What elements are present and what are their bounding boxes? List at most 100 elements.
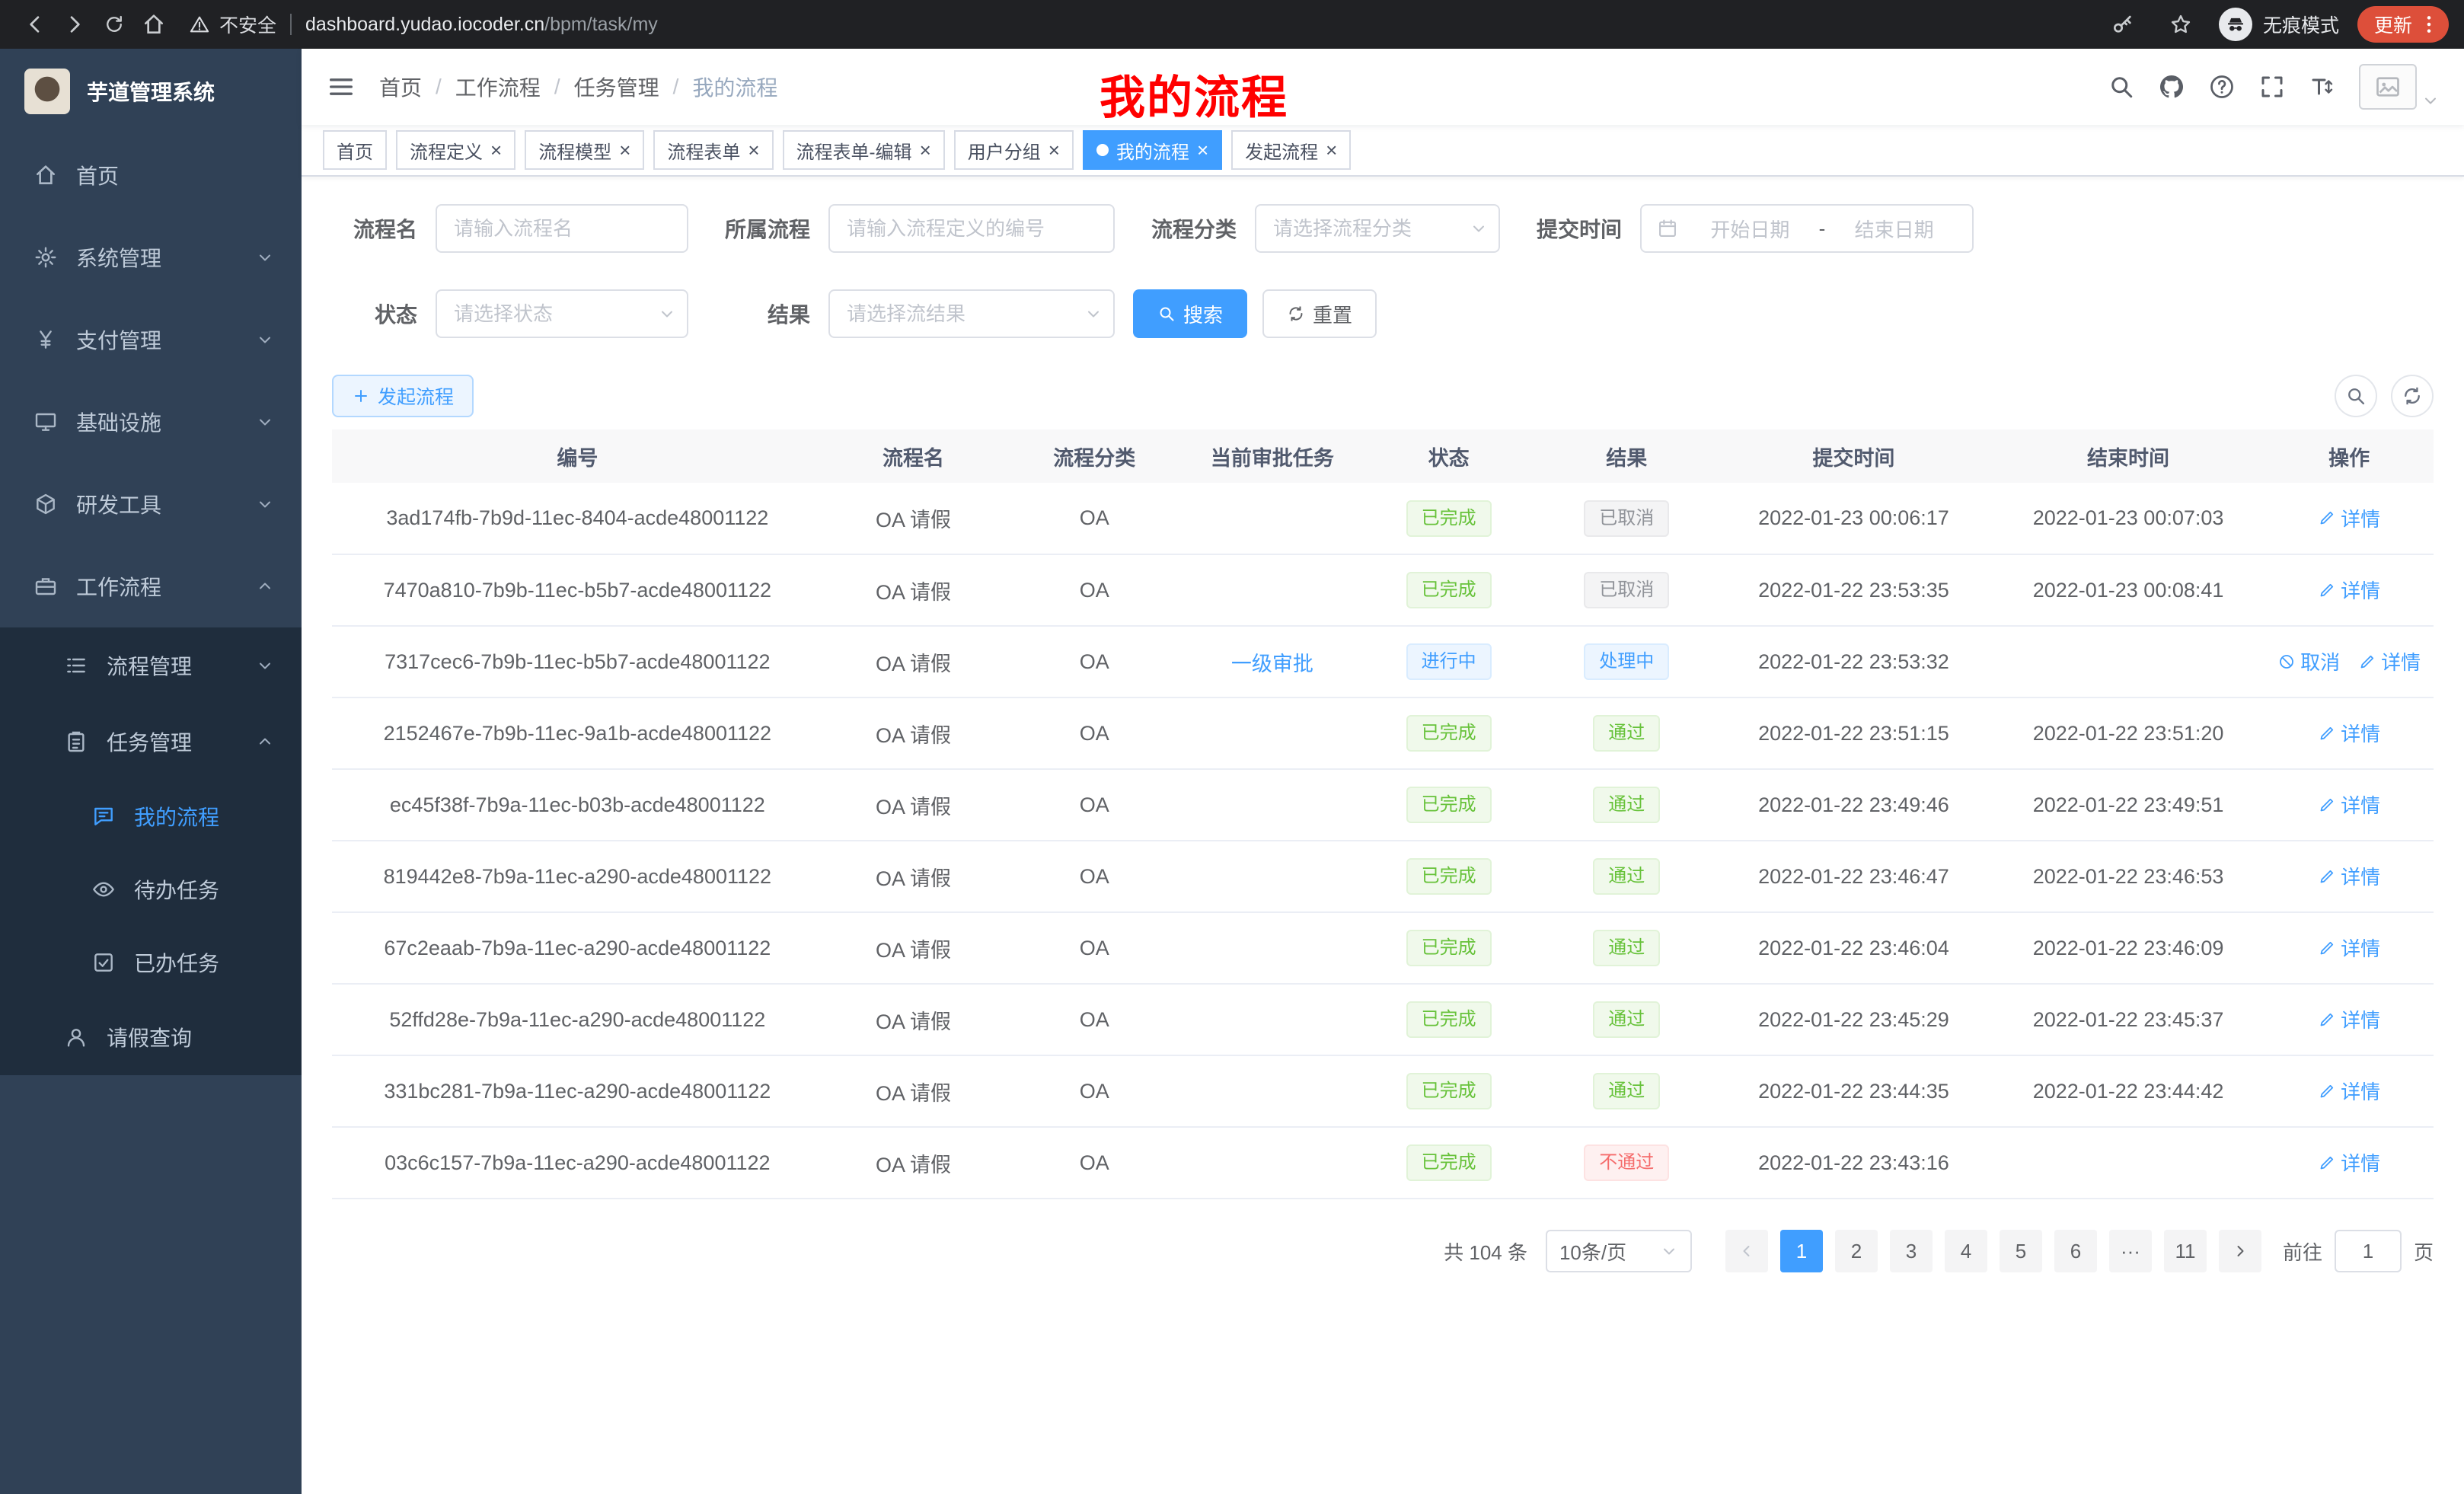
page-button-11[interactable]: 11 <box>2164 1230 2207 1272</box>
kebab-menu-icon[interactable] <box>2417 12 2441 37</box>
process-category-select[interactable] <box>1255 204 1500 253</box>
show-search-button[interactable] <box>2335 375 2377 417</box>
cell-current-task <box>1185 1127 1360 1199</box>
detail-button[interactable]: 详情 <box>2318 790 2380 819</box>
tab-user-group[interactable]: 用户分组× <box>954 130 1074 170</box>
detail-button[interactable]: 详情 <box>2318 504 2380 532</box>
breadcrumb-home[interactable]: 首页 <box>379 72 422 102</box>
cell-status: 已完成 <box>1360 769 1538 841</box>
submit-time-range-picker[interactable]: 开始日期 - 结束日期 <box>1640 204 1974 253</box>
tab-process-model[interactable]: 流程模型× <box>525 130 644 170</box>
sidebar-item-workflow[interactable]: 工作流程 <box>0 545 302 627</box>
tab-home[interactable]: 首页 <box>323 130 387 170</box>
status-badge: 已完成 <box>1406 500 1492 537</box>
sidebar-item-infrastructure[interactable]: 基础设施 <box>0 381 302 463</box>
browser-update-button[interactable]: 更新 <box>2357 6 2449 43</box>
result-select[interactable] <box>828 289 1115 338</box>
close-icon[interactable]: × <box>748 140 759 160</box>
cell-name: OA 请假 <box>823 769 1004 841</box>
sidebar-item-dev-tools[interactable]: 研发工具 <box>0 463 302 545</box>
close-icon[interactable]: × <box>619 140 630 160</box>
sidebar-item-todo-tasks[interactable]: 待办任务 <box>0 853 302 926</box>
detail-button[interactable]: 详情 <box>2318 576 2380 604</box>
detail-button[interactable]: 详情 <box>2318 862 2380 890</box>
process-name-input[interactable] <box>436 204 688 253</box>
reset-button[interactable]: 重置 <box>1262 289 1377 338</box>
address-bar[interactable]: 不安全 dashboard.yudao.iocoder.cn/bpm/task/… <box>189 11 2088 38</box>
bookmark-star-icon[interactable] <box>2161 5 2201 44</box>
detail-button[interactable]: 详情 <box>2318 1005 2380 1033</box>
cancel-button[interactable]: 取消 <box>2277 647 2340 675</box>
tab-process-form[interactable]: 流程表单× <box>653 130 773 170</box>
security-indicator[interactable]: 不安全 <box>189 11 276 38</box>
status-select[interactable] <box>436 289 688 338</box>
next-page-button[interactable] <box>2219 1230 2261 1272</box>
sidebar-item-done-tasks[interactable]: 已办任务 <box>0 926 302 999</box>
github-icon[interactable] <box>2158 73 2185 101</box>
sidebar-item-process-management[interactable]: 流程管理 <box>0 627 302 704</box>
page-button-4[interactable]: 4 <box>1945 1230 1987 1272</box>
search-button[interactable]: 搜索 <box>1133 289 1247 338</box>
incognito-profile[interactable]: 无痕模式 <box>2219 8 2339 41</box>
breadcrumb-workflow[interactable]: 工作流程 <box>455 72 541 102</box>
detail-button[interactable]: 详情 <box>2318 1148 2380 1176</box>
prev-page-button[interactable] <box>1725 1230 1768 1272</box>
page-content: 流程名 所属流程 流程分类 提交时间 <box>302 177 2464 1494</box>
page-button-3[interactable]: 3 <box>1890 1230 1933 1272</box>
password-key-icon[interactable] <box>2103 5 2143 44</box>
sidebar-item-system-management[interactable]: 系统管理 <box>0 216 302 298</box>
tab-initiate-process[interactable]: 发起流程× <box>1231 130 1351 170</box>
detail-button[interactable]: 详情 <box>2318 934 2380 962</box>
close-icon[interactable]: × <box>1326 140 1337 160</box>
security-label: 不安全 <box>219 11 276 38</box>
current-task-link[interactable]: 一级审批 <box>1231 653 1313 675</box>
goto-page-input[interactable] <box>2335 1230 2402 1272</box>
sidebar-item-task-management[interactable]: 任务管理 <box>0 704 302 780</box>
browser-home-button[interactable] <box>134 5 174 44</box>
help-icon[interactable] <box>2208 73 2236 101</box>
close-icon[interactable]: × <box>1197 140 1208 160</box>
page-size-select[interactable]: 10条/页 <box>1546 1230 1692 1272</box>
tab-my-process[interactable]: 我的流程× <box>1083 130 1222 170</box>
close-icon[interactable]: × <box>920 140 931 160</box>
user-avatar[interactable] <box>2359 64 2440 110</box>
detail-button[interactable]: 详情 <box>2318 1077 2380 1105</box>
detail-button[interactable]: 详情 <box>2318 719 2380 747</box>
sidebar-item-home[interactable]: 首页 <box>0 134 302 216</box>
fullscreen-icon[interactable] <box>2258 73 2286 101</box>
page-button-2[interactable]: 2 <box>1835 1230 1878 1272</box>
page-button-1[interactable]: 1 <box>1780 1230 1823 1272</box>
header-category: 流程分类 <box>1004 429 1185 483</box>
close-icon[interactable]: × <box>490 140 502 160</box>
browser-reload-button[interactable] <box>94 5 134 44</box>
refresh-table-button[interactable] <box>2391 375 2434 417</box>
tab-process-form-edit[interactable]: 流程表单-编辑× <box>783 130 945 170</box>
close-icon[interactable]: × <box>1048 140 1060 160</box>
tab-process-definition[interactable]: 流程定义× <box>396 130 515 170</box>
sidebar-toggle-button[interactable] <box>326 72 356 102</box>
sidebar-item-my-process[interactable]: 我的流程 <box>0 780 302 853</box>
detail-button[interactable]: 详情 <box>2358 647 2421 675</box>
result-badge: 通过 <box>1593 1073 1660 1109</box>
url-text[interactable]: dashboard.yudao.iocoder.cn/bpm/task/my <box>305 14 658 36</box>
search-icon <box>1157 305 1176 323</box>
initiate-process-button[interactable]: 发起流程 <box>332 375 474 417</box>
sidebar-item-payment-management[interactable]: 支付管理 <box>0 298 302 381</box>
cell-current-task <box>1185 698 1360 769</box>
chevron-up-icon <box>256 577 274 595</box>
more-pages-button[interactable]: ··· <box>2109 1230 2152 1272</box>
cell-id: ec45f38f-7b9a-11ec-b03b-acde48001122 <box>332 769 823 841</box>
cell-submit-time: 2022-01-22 23:43:16 <box>1716 1127 1992 1199</box>
cell-end-time <box>1992 626 2265 698</box>
page-button-6[interactable]: 6 <box>2054 1230 2097 1272</box>
app-logo[interactable]: 芋道管理系统 <box>0 49 302 134</box>
page-button-5[interactable]: 5 <box>2000 1230 2042 1272</box>
font-size-icon[interactable] <box>2309 73 2336 101</box>
breadcrumb-task-management[interactable]: 任务管理 <box>574 72 659 102</box>
search-icon[interactable] <box>2108 73 2135 101</box>
cell-name: OA 请假 <box>823 1055 1004 1127</box>
browser-back-button[interactable] <box>15 5 55 44</box>
sidebar-item-leave-query[interactable]: 请假查询 <box>0 999 302 1075</box>
browser-forward-button[interactable] <box>55 5 94 44</box>
process-definition-input[interactable] <box>828 204 1115 253</box>
